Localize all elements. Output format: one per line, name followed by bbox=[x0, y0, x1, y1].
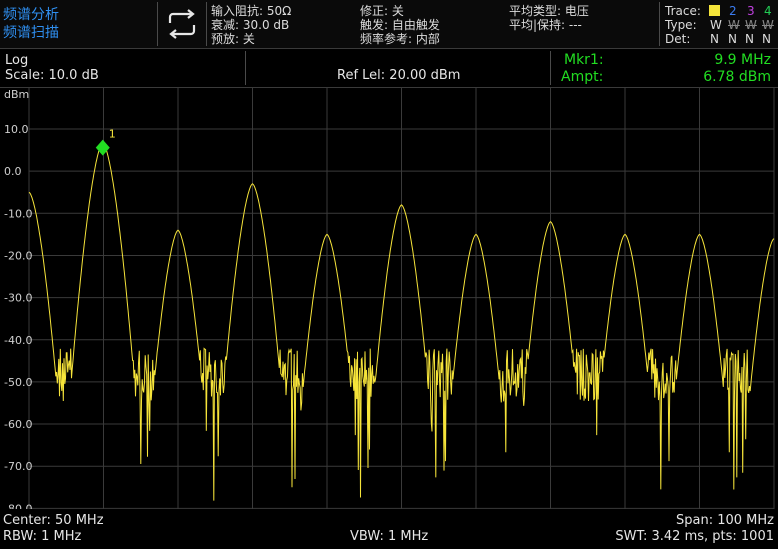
center-frequency[interactable]: Center: 50 MHz bbox=[3, 513, 104, 529]
mode-title[interactable]: 频谱分析 bbox=[3, 6, 59, 24]
y-tick-label: -50.0 bbox=[4, 376, 32, 389]
y-tick-label: 0.0 bbox=[4, 165, 22, 178]
marker-number-label: 1 bbox=[109, 128, 116, 141]
scale-value[interactable]: Scale: 10.0 dB bbox=[5, 68, 99, 84]
ref-level[interactable]: Ref Lel: 20.00 dBm bbox=[337, 68, 460, 84]
span[interactable]: Span: 100 MHz bbox=[676, 513, 774, 529]
trace-2-number[interactable]: 2 bbox=[729, 5, 737, 18]
trace-label: Trace: bbox=[665, 4, 701, 18]
trace-1-indicator[interactable] bbox=[709, 5, 720, 16]
y-tick-label: -80.0 bbox=[4, 502, 32, 509]
average-hold: 平均|保持: --- bbox=[509, 18, 582, 32]
y-tick-label: -30.0 bbox=[4, 292, 32, 305]
freq-reference: 频率参考: 内部 bbox=[360, 32, 440, 46]
average-type: 平均类型: 电压 bbox=[509, 4, 589, 18]
status-header: 频谱分析 频谱扫描 输入阻抗: 50Ω 衰减: 30.0 dB 预放: 关 修正… bbox=[0, 0, 778, 49]
sweep-title[interactable]: 频谱扫描 bbox=[3, 24, 59, 42]
trace-2-det: N bbox=[728, 32, 737, 46]
trace-3-number[interactable]: 3 bbox=[747, 5, 755, 18]
det-label: Det: bbox=[665, 32, 691, 46]
scale-type[interactable]: Log bbox=[5, 53, 28, 69]
spectrum-plot[interactable]: dBm 10.0 0.0 -10.0 -20.0 -30.0 -40.0 -50.0 -60.… bbox=[0, 87, 778, 515]
trace-2-type: W bbox=[728, 18, 740, 32]
y-tick-label: -40.0 bbox=[4, 334, 32, 347]
amplitude-value: 6.78 dBm bbox=[703, 69, 771, 85]
trace-4-det: N bbox=[762, 32, 771, 46]
spectrum-chart[interactable]: dBm 10.0 0.0 -10.0 -20.0 -30.0 -40.0 -50.0 -60.… bbox=[0, 87, 778, 515]
y-tick-label: -20.0 bbox=[4, 249, 32, 262]
trace-1-type: W bbox=[710, 18, 722, 32]
trace-1-det: N bbox=[710, 32, 719, 46]
rbw[interactable]: RBW: 1 MHz bbox=[3, 529, 81, 545]
type-label: Type: bbox=[665, 18, 697, 32]
trigger: 触发: 自由触发 bbox=[360, 18, 440, 32]
amplitude-label: Ampt: bbox=[561, 69, 604, 85]
sweep-time[interactable]: SWT: 3.42 ms, pts: 1001 bbox=[615, 529, 774, 545]
y-tick-label: -70.0 bbox=[4, 460, 32, 473]
divider bbox=[206, 2, 207, 46]
divider bbox=[550, 51, 551, 85]
preamp: 预放: 关 bbox=[211, 32, 255, 46]
divider bbox=[659, 2, 660, 46]
marker-label: Mkr1: bbox=[564, 52, 604, 68]
trace-4-type: W bbox=[762, 18, 774, 32]
y-tick-label: -60.0 bbox=[4, 418, 32, 431]
footer-bar: Center: 50 MHz Span: 100 MHz RBW: 1 MHz … bbox=[0, 509, 778, 549]
sweep-mode-icon[interactable] bbox=[160, 3, 204, 45]
marker-frequency: 9.9 MHz bbox=[714, 52, 771, 68]
measurement-info-bar: Log Scale: 10.0 dB Ref Lel: 20.00 dBm Mk… bbox=[0, 49, 778, 88]
divider bbox=[245, 51, 246, 85]
correction: 修正: 关 bbox=[360, 4, 404, 18]
trace-3-type: W bbox=[745, 18, 757, 32]
vbw[interactable]: VBW: 1 MHz bbox=[350, 529, 428, 545]
y-tick-label: 10.0 bbox=[4, 123, 29, 136]
trace-3-det: N bbox=[745, 32, 754, 46]
trace-4-number[interactable]: 4 bbox=[764, 5, 772, 18]
y-tick-label: -10.0 bbox=[4, 207, 32, 220]
attenuation: 衰减: 30.0 dB bbox=[211, 18, 290, 32]
y-unit-label: dBm bbox=[4, 88, 29, 101]
divider bbox=[157, 2, 158, 46]
input-impedance: 输入阻抗: 50Ω bbox=[211, 4, 292, 18]
